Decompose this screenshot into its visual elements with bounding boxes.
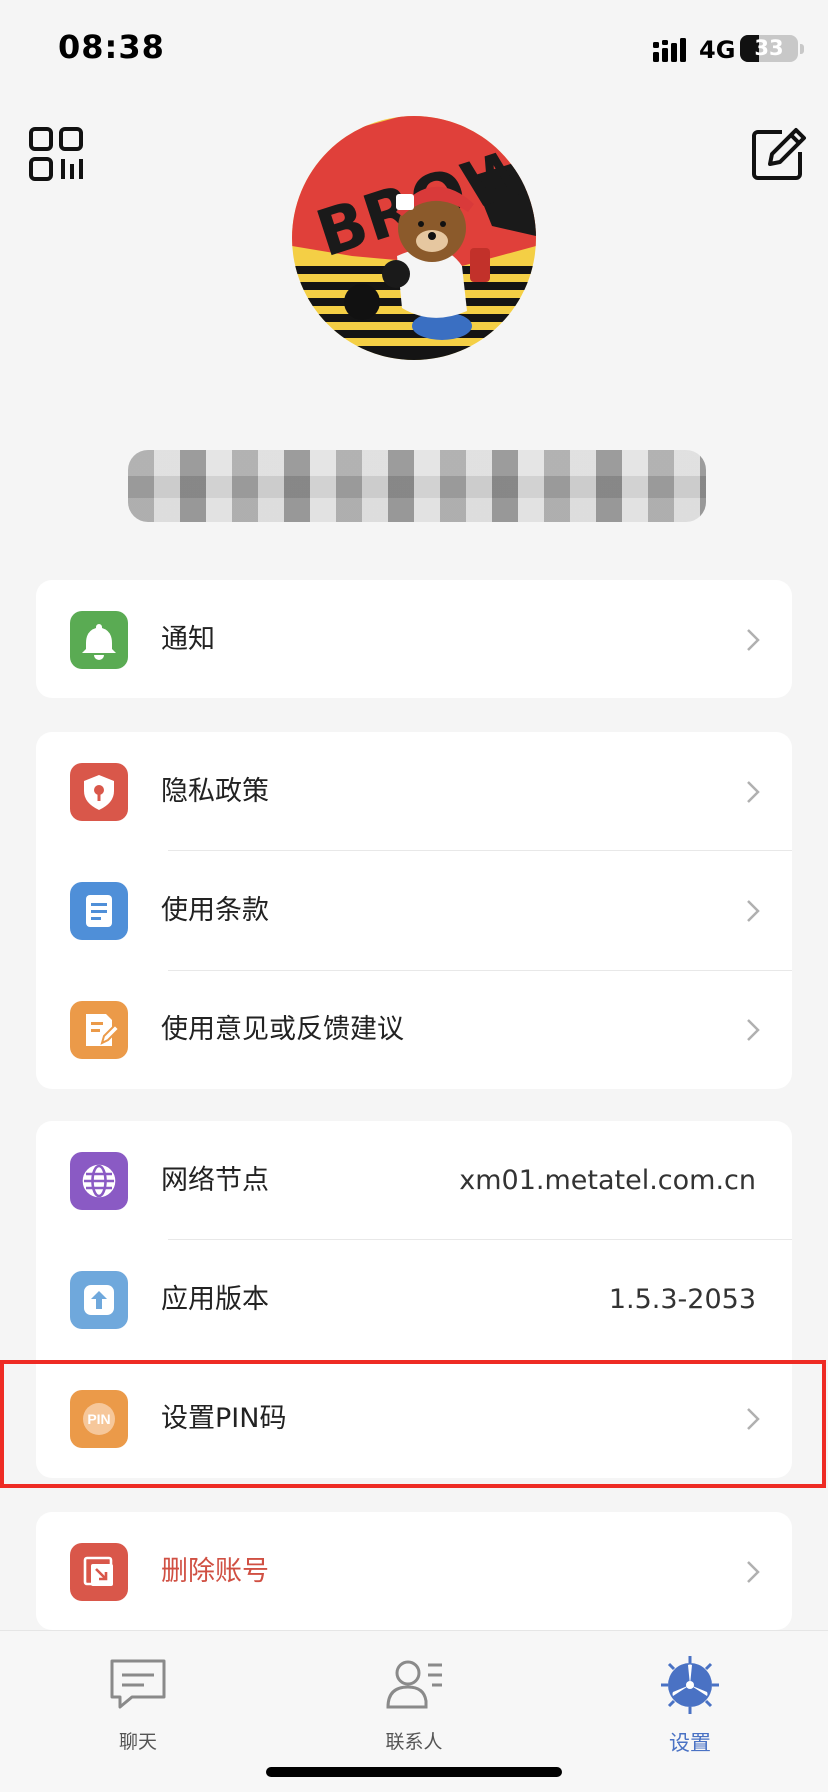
shield-icon xyxy=(70,763,128,821)
qr-code-icon xyxy=(29,127,83,181)
chevron-right-icon xyxy=(747,629,760,651)
settings-row-label: 应用版本 xyxy=(161,1284,269,1315)
battery-tip xyxy=(800,44,804,54)
settings-row-notifications[interactable]: 通知 xyxy=(36,580,792,699)
settings-row-label: 网络节点 xyxy=(161,1165,269,1196)
edit-icon xyxy=(752,128,806,180)
settings-row-app-version[interactable]: 应用版本 1.5.3-2053 xyxy=(36,1240,792,1359)
settings-row-label: 删除账号 xyxy=(161,1556,269,1587)
chevron-right-icon xyxy=(747,900,760,922)
tab-label: 聊天 xyxy=(118,1731,157,1753)
settings-card-account: 删除账号 xyxy=(36,1512,792,1630)
username xyxy=(128,450,706,522)
tab-settings[interactable]: 设置 xyxy=(620,1631,760,1761)
network-type: 4G xyxy=(699,36,736,64)
avatar-illustration: BROWN xyxy=(292,116,536,360)
settings-row-privacy-policy[interactable]: 隐私政策 xyxy=(36,732,792,851)
settings-row-label: 使用条款 xyxy=(161,895,269,926)
tab-label: 联系人 xyxy=(385,1731,443,1753)
document-icon xyxy=(70,882,128,940)
settings-icon xyxy=(661,1656,719,1714)
qr-code-button[interactable] xyxy=(28,126,84,182)
tab-label: 设置 xyxy=(669,1731,711,1755)
tab-chat[interactable]: 聊天 xyxy=(68,1631,208,1761)
network-node-value: xm01.metatel.com.cn xyxy=(459,1165,756,1196)
chevron-right-icon xyxy=(747,1561,760,1583)
home-indicator xyxy=(266,1767,562,1777)
settings-card-legal: 隐私政策 使用条款 使用意见或反馈建议 xyxy=(36,732,792,1089)
settings-row-label: 使用意见或反馈建议 xyxy=(161,1014,404,1045)
edit-profile-button[interactable] xyxy=(748,124,808,184)
battery-percent: 33 xyxy=(754,36,784,60)
status-time: 08:38 xyxy=(58,28,165,66)
chat-icon xyxy=(110,1659,166,1709)
settings-row-network-node[interactable]: 网络节点 xm01.metatel.com.cn xyxy=(36,1121,792,1240)
signal-bars-icon xyxy=(653,38,686,62)
globe-icon xyxy=(70,1152,128,1210)
settings-row-label: 隐私政策 xyxy=(161,776,269,807)
chevron-right-icon xyxy=(747,1019,760,1041)
settings-card-notifications: 通知 xyxy=(36,580,792,698)
settings-row-delete-account[interactable]: 删除账号 xyxy=(36,1512,792,1631)
app-version-value: 1.5.3-2053 xyxy=(608,1284,756,1315)
status-bar: 08:38 4G 33 xyxy=(0,0,828,100)
settings-row-label: 通知 xyxy=(161,624,215,655)
settings-row-terms-of-use[interactable]: 使用条款 xyxy=(36,851,792,970)
bell-icon xyxy=(70,611,128,669)
chevron-right-icon xyxy=(747,781,760,803)
highlight-annotation xyxy=(0,1360,826,1488)
avatar[interactable]: BROWN xyxy=(292,116,536,360)
battery-indicator: 33 xyxy=(740,35,798,62)
feedback-icon xyxy=(70,1001,128,1059)
upload-icon xyxy=(70,1271,128,1329)
contacts-icon xyxy=(386,1660,442,1709)
delete-account-icon xyxy=(70,1543,128,1601)
settings-row-feedback[interactable]: 使用意见或反馈建议 xyxy=(36,970,792,1089)
tab-contacts[interactable]: 联系人 xyxy=(344,1631,484,1761)
